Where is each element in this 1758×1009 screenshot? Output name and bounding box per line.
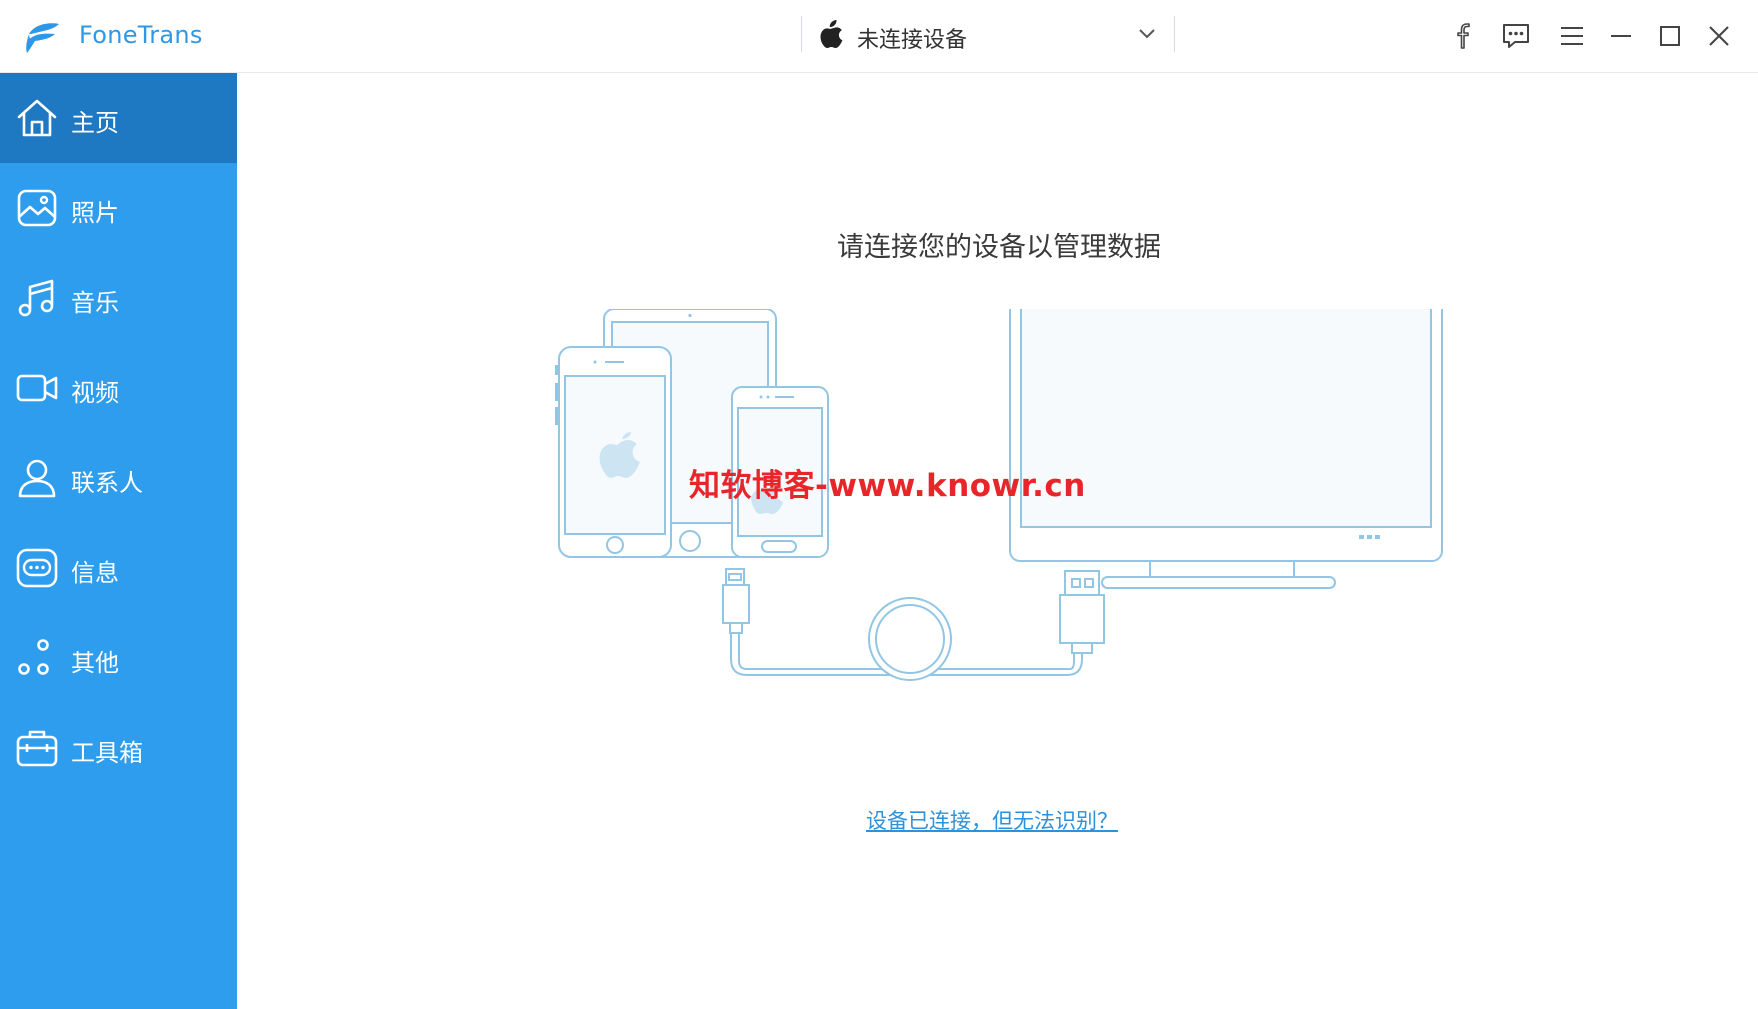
device-selector[interactable]: 未连接设备 (801, 16, 1175, 53)
close-button[interactable] (1701, 18, 1737, 54)
other-icon (18, 639, 49, 675)
maximize-icon (1660, 26, 1680, 46)
minimize-button[interactable] (1603, 18, 1639, 54)
device-not-recognized-link[interactable]: 设备已连接，但无法识别？ (866, 805, 1118, 835)
sidebar-item-other[interactable]: 其他 (0, 613, 237, 703)
sidebar-item-toolbox[interactable]: 工具箱 (0, 703, 237, 793)
minimize-icon (1611, 35, 1631, 37)
cable-loop (868, 597, 952, 681)
menu-icon (1561, 27, 1583, 45)
sidebar-item-label: 联系人 (71, 469, 143, 497)
facebook-button[interactable] (1446, 18, 1482, 54)
sidebar-item-contacts[interactable]: 联系人 (0, 433, 237, 523)
sidebar-item-label: 其他 (71, 649, 119, 677)
sidebar-item-label: 照片 (71, 199, 119, 227)
sidebar-item-messages[interactable]: 信息 (0, 523, 237, 613)
photo-icon (17, 189, 57, 227)
sidebar: 主页 照片 音乐 视频 联系人 信息 其他 工具箱 (0, 73, 237, 1009)
monitor-stand (1101, 576, 1336, 589)
main-content: 请连接您的设备以管理数据 知软博客-www.knowr.cn 设备已连接，但无法… (237, 73, 1758, 1009)
home-icon (17, 99, 57, 137)
sidebar-item-label: 视频 (71, 379, 119, 407)
watermark: 知软博客-www.knowr.cn (689, 468, 1086, 504)
sidebar-item-label: 信息 (71, 559, 119, 587)
sidebar-item-music[interactable]: 音乐 (0, 253, 237, 343)
apple-icon (820, 20, 843, 48)
message-icon (16, 548, 58, 588)
maximize-button[interactable] (1652, 18, 1688, 54)
video-icon (16, 374, 58, 402)
close-icon (1709, 26, 1729, 46)
feedback-button[interactable] (1498, 18, 1534, 54)
device-selector-label: 未连接设备 (857, 28, 968, 53)
facebook-icon (1457, 23, 1470, 49)
title-bar: FoneTrans 未连接设备 (0, 0, 1758, 73)
connect-prompt: 请连接您的设备以管理数据 (237, 225, 1758, 264)
sidebar-item-label: 主页 (71, 109, 119, 137)
menu-button[interactable] (1554, 18, 1590, 54)
sidebar-item-home[interactable]: 主页 (0, 73, 237, 163)
app-name: FoneTrans (79, 21, 203, 49)
fonetrans-logo-icon (26, 23, 59, 53)
chevron-down-icon (1139, 29, 1155, 39)
feedback-icon (1503, 24, 1529, 48)
sidebar-item-photos[interactable]: 照片 (0, 163, 237, 253)
music-icon (18, 279, 54, 317)
sidebar-item-label: 音乐 (71, 289, 119, 317)
connect-prompt-text: 请连接您的设备以管理数据 (837, 232, 1161, 263)
sidebar-item-video[interactable]: 视频 (0, 343, 237, 433)
contacts-icon (18, 459, 56, 498)
toolbox-icon (16, 730, 58, 767)
lightning-plug-body (722, 584, 750, 624)
usb-plug-body (1059, 594, 1105, 644)
sidebar-item-label: 工具箱 (71, 739, 143, 767)
device-connection-illustration (555, 309, 1443, 681)
